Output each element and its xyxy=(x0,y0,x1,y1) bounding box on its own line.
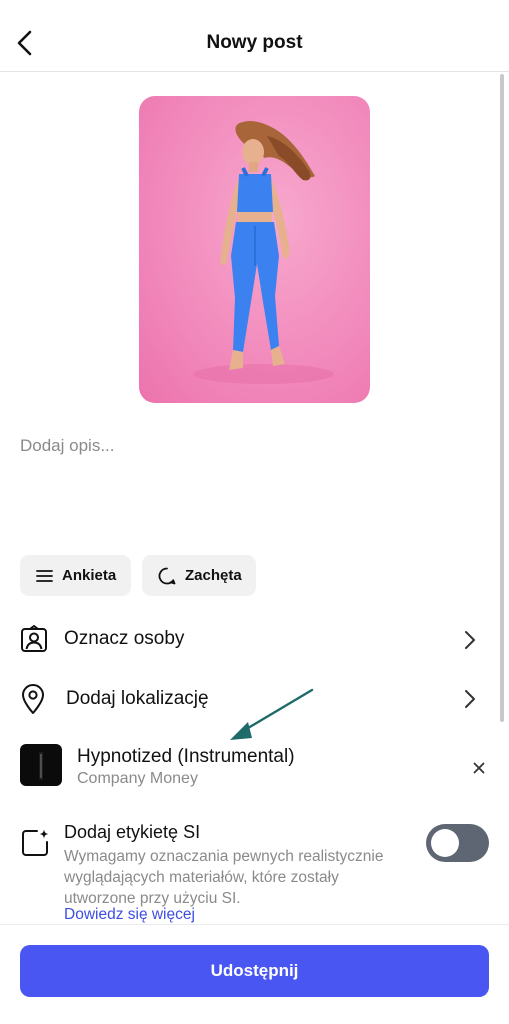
ai-sparkle-square-icon xyxy=(22,829,49,856)
annotation-arrow-icon xyxy=(230,688,314,740)
person-tag-icon xyxy=(21,625,47,652)
scrollbar[interactable] xyxy=(500,74,504,722)
header: Nowy post xyxy=(0,0,509,72)
prompt-label: Zachęta xyxy=(185,567,242,584)
prompt-button[interactable]: Zachęta xyxy=(142,555,256,596)
music-title[interactable]: Hypnotized (Instrumental) xyxy=(77,746,295,768)
add-location-label: Dodaj lokalizację xyxy=(66,688,209,709)
ai-label-toggle[interactable] xyxy=(426,824,489,862)
tag-people-row[interactable]: Oznacz osoby xyxy=(0,615,500,663)
woman-illustration xyxy=(194,120,334,384)
poll-button[interactable]: Ankieta xyxy=(20,555,131,596)
new-post-screen: Nowy post Dodaj opis... Ankieta Zachęta … xyxy=(0,0,509,1024)
chevron-right-icon xyxy=(465,690,475,708)
remove-music-button[interactable] xyxy=(466,755,492,781)
poll-label: Ankieta xyxy=(62,567,117,584)
music-cover-art-icon xyxy=(39,752,43,780)
chevron-right-icon xyxy=(465,631,475,649)
post-preview-image[interactable] xyxy=(139,96,370,403)
ai-label-description: Wymagamy oznaczania pewnych realistyczni… xyxy=(64,848,384,907)
map-pin-icon xyxy=(22,684,44,714)
share-button[interactable]: Udostępnij xyxy=(20,945,489,997)
page-title: Nowy post xyxy=(206,32,303,53)
list-icon xyxy=(36,569,53,582)
music-cover[interactable] xyxy=(20,744,62,786)
tag-people-label: Oznacz osoby xyxy=(64,628,185,649)
caption-input[interactable] xyxy=(20,436,490,526)
music-artist: Company Money xyxy=(77,770,198,787)
toggle-knob xyxy=(431,829,459,857)
learn-more-link[interactable]: Dowiedz się więcej xyxy=(64,906,195,924)
close-icon xyxy=(473,762,485,774)
speech-bubble-icon xyxy=(158,567,176,584)
ai-label-title: Dodaj etykietę SI xyxy=(64,822,201,842)
